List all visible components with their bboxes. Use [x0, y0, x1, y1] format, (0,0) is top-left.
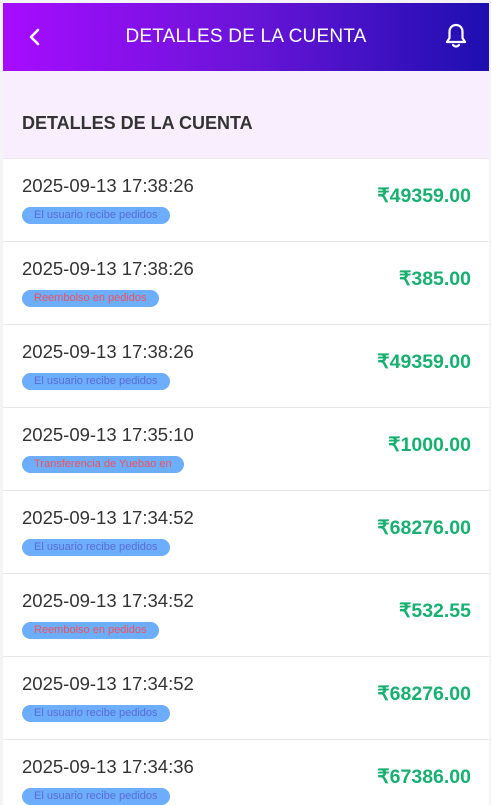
transaction-amount: ₹1000.00 — [388, 434, 471, 456]
transaction-type-badge: Reembolso en pedidos — [22, 290, 159, 307]
transaction-row[interactable]: 2025-09-13 17:34:52 El usuario recibe ped… — [3, 491, 489, 574]
transaction-amount: ₹49359.00 — [377, 351, 471, 373]
transaction-amount: ₹68276.00 — [377, 683, 471, 705]
transaction-date: 2025-09-13 17:38:26 — [22, 258, 194, 279]
transaction-amount: ₹68276.00 — [377, 517, 471, 539]
page-title: DETALLES DE LA CUENTA — [125, 26, 367, 47]
transaction-date: 2025-09-13 17:38:26 — [22, 341, 194, 362]
transaction-date: 2025-09-13 17:35:10 — [22, 424, 194, 445]
transaction-date: 2025-09-13 17:34:36 — [22, 756, 194, 777]
chevron-left-icon — [29, 28, 40, 46]
transaction-row[interactable]: 2025-09-13 17:35:10 Transferencia de Yueb… — [3, 408, 489, 491]
transaction-amount: ₹67386.00 — [377, 766, 471, 788]
transaction-type-badge: El usuario recibe pedidos — [22, 788, 170, 805]
back-button[interactable] — [21, 23, 49, 51]
top-bar: DETALLES DE LA CUENTA — [3, 3, 489, 71]
section-header: DETALLES DE LA CUENTA — [3, 71, 489, 159]
transaction-amount: ₹49359.00 — [377, 185, 471, 207]
transaction-list: 2025-09-13 17:38:26 El usuario recibe ped… — [3, 159, 489, 805]
app-screen: DETALLES DE LA CUENTA DETALLES DE LA CUE… — [3, 3, 489, 805]
transaction-row[interactable]: 2025-09-13 17:38:26 Reembolso en pedidos ₹… — [3, 242, 489, 325]
bell-icon — [445, 23, 467, 48]
transaction-date: 2025-09-13 17:38:26 — [22, 175, 194, 196]
transaction-type-badge: Transferencia de Yuebao en — [22, 456, 184, 473]
section-title: DETALLES DE LA CUENTA — [22, 113, 253, 133]
transaction-row[interactable]: 2025-09-13 17:34:52 Reembolso en pedidos ₹… — [3, 574, 489, 657]
transaction-type-badge: El usuario recibe pedidos — [22, 207, 170, 224]
transaction-type-badge: El usuario recibe pedidos — [22, 539, 170, 556]
transaction-type-badge: Reembolso en pedidos — [22, 622, 159, 639]
transaction-row[interactable]: 2025-09-13 17:34:52 El usuario recibe ped… — [3, 657, 489, 740]
transaction-type-badge: El usuario recibe pedidos — [22, 373, 170, 390]
transaction-row[interactable]: 2025-09-13 17:38:26 El usuario recibe ped… — [3, 159, 489, 242]
transaction-date: 2025-09-13 17:34:52 — [22, 507, 194, 528]
transaction-type-badge: El usuario recibe pedidos — [22, 705, 170, 722]
transaction-row[interactable]: 2025-09-13 17:38:26 El usuario recibe ped… — [3, 325, 489, 408]
notifications-button[interactable] — [441, 21, 471, 51]
transaction-amount: ₹532.55 — [398, 600, 471, 622]
transaction-date: 2025-09-13 17:34:52 — [22, 673, 194, 694]
transaction-row[interactable]: 2025-09-13 17:34:36 El usuario recibe ped… — [3, 740, 489, 805]
transaction-date: 2025-09-13 17:34:52 — [22, 590, 194, 611]
transaction-amount: ₹385.00 — [398, 268, 471, 290]
